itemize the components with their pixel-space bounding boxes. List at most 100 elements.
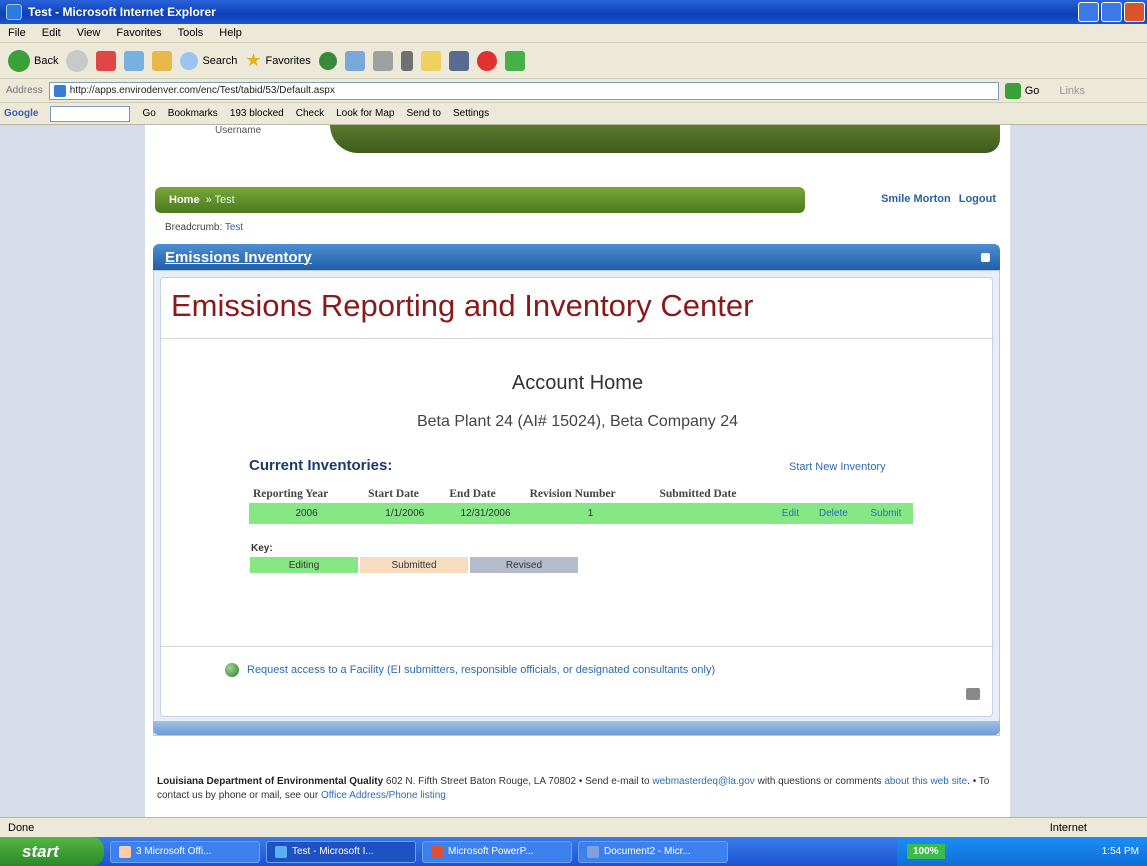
star-icon: ★ [245, 50, 262, 70]
clock: 1:54 PM [1101, 846, 1139, 857]
browser-toolbar: Back Search ★ Favorites [0, 43, 1147, 79]
favorites-button[interactable]: ★ Favorites [245, 50, 310, 71]
address-input[interactable]: http://apps.envirodenver.com/enc/Test/ta… [48, 81, 999, 100]
breadcrumb: Breadcrumb: Test [165, 222, 243, 233]
window-controls [1078, 2, 1145, 22]
web-content: Username Home » Test Smile Morton Logout… [0, 125, 1147, 817]
popup-blocked-button[interactable]: 193 blocked [230, 108, 284, 119]
google-search-input[interactable] [50, 105, 131, 122]
page-title: Emissions Reporting and Inventory Center [171, 288, 754, 323]
col-end-date: End Date [449, 488, 496, 500]
menu-view[interactable]: View [77, 27, 101, 39]
address-bar: Address http://apps.envirodenver.com/enc… [0, 79, 1147, 103]
cell-year: 2006 [249, 503, 365, 524]
minimize-panel-icon[interactable] [981, 252, 990, 262]
key-submitted: Submitted [360, 557, 468, 573]
search-icon [180, 51, 199, 70]
tools-button[interactable] [504, 50, 525, 71]
page-container: Username Home » Test Smile Morton Logout… [145, 125, 1010, 817]
back-button[interactable]: Back [8, 49, 58, 72]
taskbar-item[interactable]: Document2 - Micr... [578, 840, 728, 863]
home-button[interactable] [152, 50, 173, 71]
window-titlebar: Test - Microsoft Internet Explorer [0, 0, 1147, 24]
col-submitted-date: Submitted Date [659, 488, 737, 500]
folder-button[interactable] [420, 50, 441, 71]
messenger-button[interactable] [476, 50, 497, 71]
research-button[interactable] [448, 50, 469, 71]
taskbar-item[interactable]: Microsoft PowerP... [422, 840, 572, 863]
panel-title: Emissions Inventory [165, 248, 312, 266]
taskbar-item[interactable]: 3 Microsoft Offi... [110, 840, 260, 863]
header-decoration [330, 125, 1000, 153]
look-for-map-button[interactable]: Look for Map [336, 108, 394, 119]
logout-link[interactable]: Logout [959, 193, 996, 205]
document-icon [587, 845, 599, 858]
nav-bar: Home » Test [155, 187, 805, 213]
print-button[interactable] [372, 50, 393, 71]
menu-tools[interactable]: Tools [178, 27, 204, 39]
taskbar-item[interactable]: Test - Microsoft I... [266, 840, 416, 863]
status-zone: Internet [1049, 821, 1087, 834]
footer-office-link[interactable]: Office Address/Phone listing [321, 790, 446, 801]
minimize-button[interactable] [1078, 2, 1099, 22]
delete-link[interactable]: Delete [807, 503, 859, 524]
bookmarks-button[interactable]: Bookmarks [168, 108, 218, 119]
forward-button[interactable] [66, 49, 89, 72]
panel-footer [153, 721, 1000, 735]
google-toolbar: Google Go Bookmarks 193 blocked Check Lo… [0, 103, 1147, 125]
footer-with: with questions or comments [754, 776, 885, 787]
account-dropdown[interactable]: Username [215, 125, 261, 136]
search-button[interactable]: Search [180, 51, 237, 70]
start-button[interactable]: start [0, 837, 104, 866]
page-icon [53, 84, 66, 97]
spell-check-button[interactable]: Check [296, 108, 324, 119]
table-row: 2006 1/1/2006 12/31/2006 1 Edit Delete S… [249, 503, 913, 524]
divider [161, 338, 994, 339]
footer-about-link[interactable]: about this web site [884, 776, 967, 787]
history-button[interactable] [318, 51, 337, 70]
menu-edit[interactable]: Edit [42, 27, 61, 39]
footer-email-link[interactable]: webmasterdeq@la.gov [652, 776, 754, 787]
go-button[interactable]: Go [1004, 82, 1039, 99]
request-access-link[interactable]: Request access to a Facility (EI submitt… [247, 664, 715, 676]
edit-button[interactable] [400, 50, 413, 71]
mail-button[interactable] [344, 50, 365, 71]
panel-header: Emissions Inventory [153, 244, 1000, 270]
footer-org: Louisiana Department of Environmental Qu… [157, 776, 384, 787]
address-label: Address [6, 85, 43, 96]
key-revised: Revised [470, 557, 578, 573]
account-home-heading: Account Home [511, 372, 644, 394]
refresh-button[interactable] [124, 50, 145, 71]
google-go-button[interactable]: Go [142, 108, 155, 119]
facility-name: Beta Plant 24 (AI# 15024), Beta Company … [416, 413, 739, 430]
office-icon [119, 845, 131, 858]
printer-icon[interactable] [966, 688, 980, 700]
col-revision-number: Revision Number [529, 488, 616, 500]
panel-body: Emissions Reporting and Inventory Center… [153, 270, 1000, 736]
cell-start-date: 1/1/2006 [364, 503, 446, 524]
links-label[interactable]: Links [1059, 85, 1085, 97]
menu-bar: File Edit View Favorites Tools Help [0, 24, 1147, 43]
menu-help[interactable]: Help [219, 27, 242, 39]
inventory-table: Reporting Year Start Date End Date Revis… [249, 485, 913, 524]
url-text: http://apps.envirodenver.com/enc/Test/ta… [69, 85, 335, 96]
nav-home-link[interactable]: Home [169, 194, 200, 206]
settings-button[interactable]: Settings [453, 108, 489, 119]
menu-file[interactable]: File [8, 27, 26, 39]
col-start-date: Start Date [368, 488, 419, 500]
taskbar: start 3 Microsoft Offi... Test - Microso… [0, 837, 1147, 866]
cell-end-date: 12/31/2006 [445, 503, 526, 524]
breadcrumb-item[interactable]: Test [225, 222, 243, 233]
menu-favorites[interactable]: Favorites [116, 27, 161, 39]
close-button[interactable] [1124, 2, 1145, 22]
powerpoint-icon [431, 845, 443, 858]
key-label: Key: [251, 543, 273, 554]
start-new-inventory-link[interactable]: Start New Inventory [789, 461, 886, 473]
user-name-link[interactable]: Smile Morton [881, 193, 951, 205]
edit-link[interactable]: Edit [772, 503, 808, 524]
stop-button[interactable] [96, 50, 117, 71]
maximize-button[interactable] [1101, 2, 1122, 22]
submit-link[interactable]: Submit [858, 503, 913, 524]
google-logo: Google [4, 108, 39, 119]
send-to-button[interactable]: Send to [406, 108, 440, 119]
